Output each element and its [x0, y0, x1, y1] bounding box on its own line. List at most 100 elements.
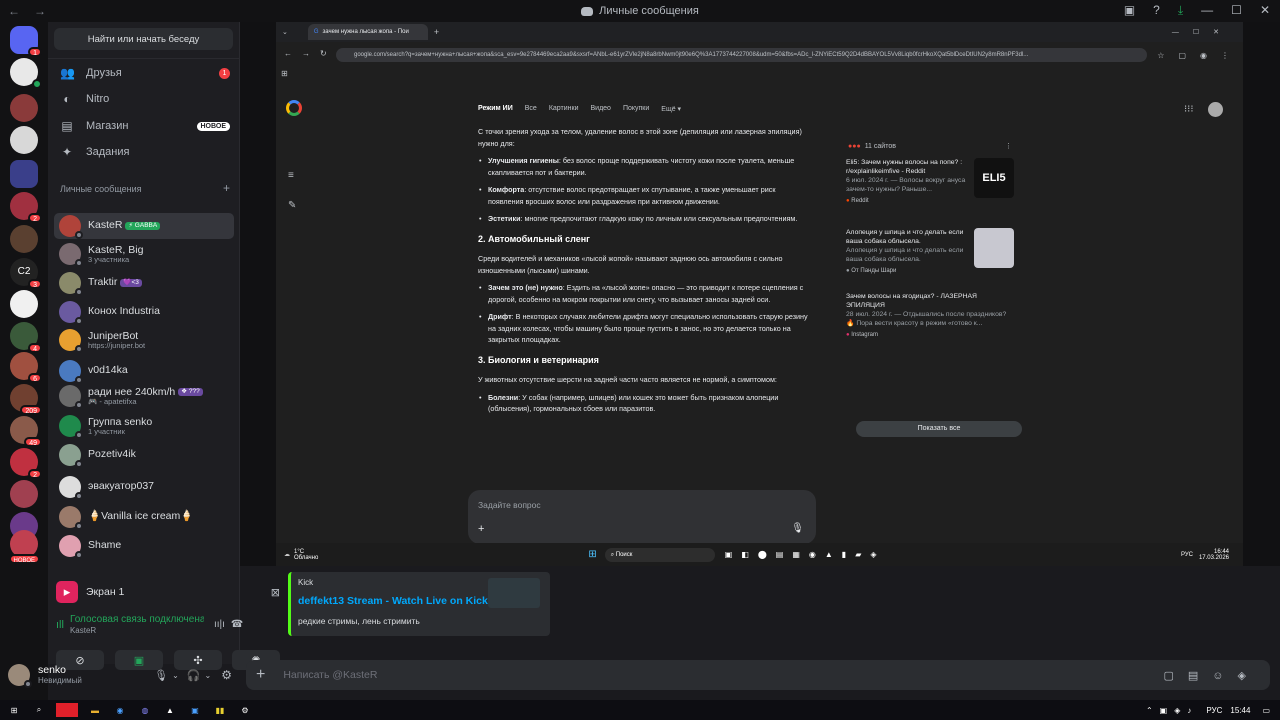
maximize-icon[interactable]: ☐ — [1231, 3, 1242, 18]
show-all-button[interactable]: Показать все — [856, 421, 1022, 437]
browser-window-controls[interactable]: —☐✕ — [1172, 28, 1233, 36]
windows-start-icon[interactable]: ⊞ — [6, 703, 22, 717]
account-avatar[interactable] — [1208, 102, 1223, 117]
tab-menu-icon[interactable]: ⌄ — [282, 28, 288, 36]
dm-item[interactable]: Shame — [54, 533, 234, 559]
settings-gear-icon[interactable]: ⚙ — [221, 668, 232, 682]
app-icon[interactable] — [56, 703, 78, 717]
avatar[interactable] — [8, 664, 32, 688]
embed-thumbnail-image[interactable] — [488, 578, 540, 608]
url-field[interactable]: google.com/search?q=зачем+нужна+лысая+жо… — [336, 48, 1148, 62]
nav-all[interactable]: Все — [525, 105, 537, 113]
inbox-icon[interactable]: ▣ — [1124, 3, 1135, 18]
close-icon[interactable]: ✕ — [1260, 3, 1270, 18]
find-conversation-button[interactable]: Найти или начать беседу — [54, 28, 233, 50]
nav-nitro[interactable]: ◐ Nitro — [60, 88, 230, 110]
server-icon[interactable]: 209 — [10, 384, 42, 415]
nav-more[interactable]: Ещё ▾ — [661, 105, 681, 113]
embed-provider[interactable]: Kick — [298, 578, 313, 587]
new-chat-icon[interactable]: ✎ — [288, 200, 296, 211]
apps-grid-icon[interactable]: ⊞ — [281, 69, 288, 78]
dm-item[interactable]: Конох Industria — [54, 299, 234, 325]
dm-item[interactable]: JuniperBot https://juniper.bot — [54, 327, 234, 353]
nav-friends[interactable]: 👥 Друзья 1 — [60, 62, 230, 84]
dm-item[interactable]: KasteR ⚡ GABBA — [54, 213, 234, 239]
server-icon[interactable]: 49 — [10, 416, 42, 447]
composer-tool-icons[interactable]: ▢▤☺◈ — [1164, 669, 1260, 682]
taskbar-search[interactable]: ⌕ Поиск — [604, 547, 715, 562]
minimize-icon[interactable]: — — [1201, 3, 1213, 18]
more-options-icon[interactable]: ⋮ — [1005, 142, 1012, 150]
server-icon[interactable] — [10, 126, 38, 154]
search-icon[interactable]: ⌕ — [31, 703, 47, 717]
file-explorer-icon[interactable]: ▬ — [87, 703, 103, 717]
microphone-icon[interactable]: 🎙 — [154, 669, 168, 682]
server-folder-icon[interactable] — [10, 160, 38, 188]
dm-item[interactable]: 🍦Vanilla ice cream🍦 — [54, 504, 234, 530]
windows-start-icon[interactable]: ⊞ — [588, 549, 596, 560]
dm-item[interactable]: Группа senko 1 участник — [54, 413, 234, 439]
server-icon[interactable]: 2 — [10, 448, 42, 479]
discord-icon[interactable]: ◍ — [137, 703, 153, 717]
download-icon[interactable]: ⤓ — [1178, 3, 1183, 18]
nav-ai-mode[interactable]: Режим ИИ — [478, 105, 513, 113]
stop-stream-icon[interactable]: ⊠ — [271, 586, 280, 599]
help-icon[interactable]: ? — [1153, 3, 1160, 18]
dm-item[interactable]: Pozetiv4ik — [54, 442, 234, 468]
dm-item[interactable]: ради нее 240km/h ❖ ??? 🎮 - apatetifxa — [54, 383, 234, 409]
home-dm-button[interactable]: 1 — [10, 26, 42, 57]
lang-indicator[interactable]: РУС — [1181, 552, 1193, 558]
embed-title-link[interactable]: deffekt13 Stream - Watch Live on Kick — [298, 595, 488, 607]
source-item[interactable]: Зачем волосы на ягодицах? - ЛАЗЕРНАЯ ЭПИ… — [846, 292, 1016, 340]
chevron-down-icon[interactable]: ⌄ — [205, 671, 212, 680]
nav-images[interactable]: Картинки — [549, 105, 579, 113]
clock-time[interactable]: 15:44 — [1230, 706, 1250, 715]
add-attachment-icon[interactable]: + — [256, 666, 265, 684]
new-tab-icon[interactable]: + — [434, 27, 439, 37]
message-input[interactable]: Написать @KasteR — [283, 669, 377, 681]
notifications-icon[interactable]: ▭ — [1262, 706, 1270, 715]
nav-video[interactable]: Видео — [590, 105, 610, 113]
history-list-icon[interactable]: ≡ — [288, 170, 294, 181]
lang-indicator[interactable]: РУС — [1206, 706, 1222, 715]
server-icon[interactable] — [10, 94, 38, 122]
server-icon[interactable] — [10, 290, 38, 318]
browser-nav-icons[interactable]: ←→↻ — [284, 49, 337, 58]
signal-icon[interactable]: ıll — [56, 619, 64, 631]
server-icon[interactable] — [10, 225, 38, 253]
server-icon[interactable]: 2 — [10, 192, 42, 223]
dm-item[interactable]: Traktir 💜<3 — [54, 270, 234, 296]
server-icon[interactable]: НОВОЕ — [8, 530, 40, 564]
disconnect-icon[interactable]: ☎ — [231, 619, 243, 630]
ask-input[interactable]: Задайте вопрос — [478, 500, 541, 510]
nav-shopping[interactable]: Покупки — [623, 105, 649, 113]
app-icon[interactable]: ▲ — [162, 703, 178, 717]
chevron-down-icon[interactable]: ⌄ — [172, 671, 179, 680]
tray-icons[interactable]: ⌃▣◈♪ — [1146, 706, 1198, 715]
nav-shop[interactable]: ▤ Магазин НОВОЕ — [60, 115, 230, 137]
microphone-icon[interactable]: 🎙 — [791, 523, 804, 534]
server-icon[interactable] — [10, 480, 38, 508]
dm-item[interactable]: v0d14ka — [54, 358, 234, 384]
dm-item[interactable]: эвакуатор037 — [54, 474, 234, 500]
app-icon[interactable]: ⚙ — [237, 703, 253, 717]
server-icon[interactable]: 6 — [10, 352, 42, 383]
browser-tab[interactable]: Gзачем нужна лысая жопа - Пои — [307, 24, 428, 40]
dm-item[interactable]: KasteR, Big 3 участника — [54, 241, 234, 267]
app-icon[interactable]: ▣ — [187, 703, 203, 717]
source-item[interactable]: Eli5: Зачем нужны волосы на попе? : r/ex… — [846, 158, 1014, 218]
forward-arrow-icon[interactable]: → — [34, 4, 46, 18]
nav-quests[interactable]: ✦ Задания — [60, 141, 230, 163]
server-icon[interactable] — [10, 58, 42, 89]
back-arrow-icon[interactable]: ← — [8, 4, 20, 18]
steam-icon[interactable]: ◉ — [112, 703, 128, 717]
google-apps-icon[interactable]: ⁝⁝⁝ — [1184, 104, 1194, 115]
app-icon[interactable]: ▮▮ — [212, 703, 228, 717]
add-dm-icon[interactable]: + — [223, 182, 230, 194]
pinned-apps-icons[interactable]: ▣◧⬤▤▦◉▲▮▰◈ — [725, 550, 886, 559]
browser-toolbar-icons[interactable]: ☆▢◉⋮ — [1157, 51, 1243, 60]
headphones-icon[interactable]: 🎧 — [187, 669, 201, 682]
server-icon[interactable]: C2 3 — [10, 258, 42, 289]
add-icon[interactable]: + — [478, 523, 484, 535]
sources-header[interactable]: ●●● 11 сайтов ⋮ — [848, 142, 1012, 151]
